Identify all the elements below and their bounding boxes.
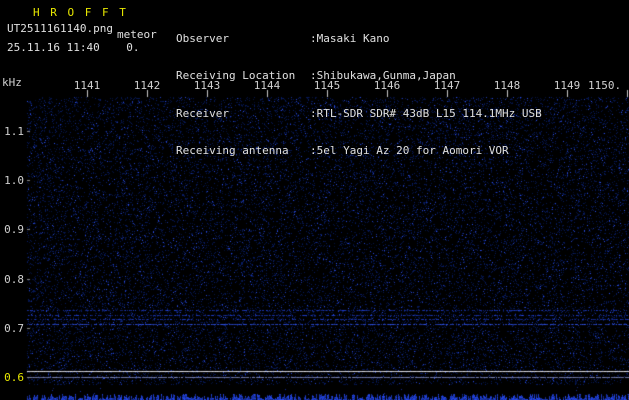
x-tick-label: 1150.: [588, 79, 622, 92]
x-tick-label: 1142: [133, 79, 161, 92]
y-tick-label: 0.8: [4, 273, 24, 286]
x-tick-label: 1145: [313, 79, 341, 92]
x-tick-label: 1141: [73, 79, 101, 92]
info-row-antenna: Receiving antenna :5el Yagi Az 20 for Ao…: [176, 144, 509, 157]
info-label: Receiver: [176, 106, 229, 120]
x-tick-label: 1148: [493, 79, 521, 92]
x-tick-label: 1149: [553, 79, 581, 92]
info-value: :Masaki Kano: [310, 32, 390, 45]
filename-label: UT2511161140.png: [7, 22, 113, 35]
info-value: :RTL-SDR SDR# 43dB L15 114.1MHz USB: [310, 106, 542, 120]
text-overlay: H R O F F T UT2511161140.png meteor 25.1…: [0, 0, 629, 400]
datetime-label: 25.11.16 11:40 0.: [7, 41, 140, 54]
station-info: Observer :Masaki Kano Receiving Location…: [176, 6, 542, 182]
mode-label: meteor: [117, 28, 157, 41]
y-axis-unit: kHz: [2, 76, 22, 89]
y-tick-label: 1.0: [4, 174, 24, 187]
info-label: Receiving antenna: [176, 144, 289, 158]
info-row-receiver: Receiver :RTL-SDR SDR# 43dB L15 114.1MHz…: [176, 106, 542, 120]
y-tick-label-highlight: 0.6: [4, 371, 24, 384]
app-title: H R O F F T: [33, 6, 128, 19]
x-tick-label: 1144: [253, 79, 281, 92]
hrofft-screen: H R O F F T UT2511161140.png meteor 25.1…: [0, 0, 629, 400]
y-tick-label: 0.9: [4, 223, 24, 236]
info-label: Observer: [176, 32, 229, 45]
x-tick-label: 1143: [193, 79, 221, 92]
x-tick-label: 1146: [373, 79, 401, 92]
info-value: :5el Yagi Az 20 for Aomori VOR: [310, 144, 509, 158]
y-tick-label: 1.1: [4, 125, 24, 138]
y-tick-label: 0.7: [4, 322, 24, 335]
x-tick-label: 1147: [433, 79, 461, 92]
info-row-observer: Observer :Masaki Kano: [176, 32, 389, 45]
